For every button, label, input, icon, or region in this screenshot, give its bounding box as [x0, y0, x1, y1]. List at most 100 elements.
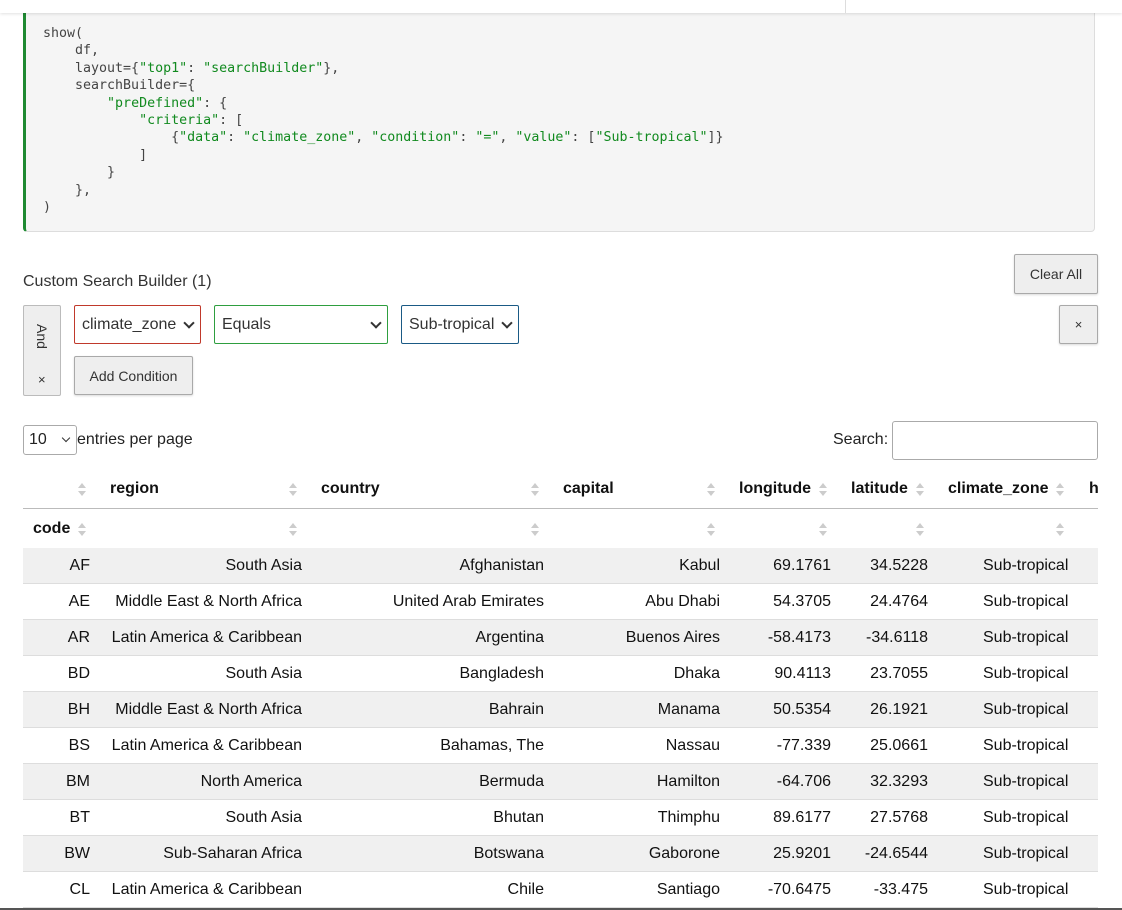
table-cell: BD	[67, 665, 90, 682]
sort-icon[interactable]	[707, 522, 715, 538]
column-select[interactable]: climate_zone	[74, 305, 201, 344]
column-header-h[interactable]: h	[1089, 480, 1098, 498]
code-string: "preDefined"	[107, 95, 204, 111]
code-text: df,	[43, 43, 100, 59]
table-cell: Gaborone	[648, 845, 720, 862]
value-select[interactable]: Sub-tropical	[401, 305, 519, 344]
logic-label[interactable]: And	[34, 324, 50, 349]
page-length-select[interactable]: 10	[23, 425, 77, 455]
table-cell: 24.4764	[870, 593, 928, 610]
chevron-down-icon	[183, 317, 195, 329]
table-cell: Botswana	[473, 845, 544, 862]
table-cell: Sub-tropical	[983, 665, 1069, 682]
logic-remove-icon[interactable]: ×	[38, 372, 46, 387]
table-row[interactable]: BS Latin America & Caribbean Bahamas, The N…	[23, 728, 1098, 764]
table-cell: North America	[200, 773, 302, 790]
table-cell: Bermuda	[479, 773, 544, 790]
table-row[interactable]: AR Latin America & Caribbean Argentina Buen…	[23, 620, 1098, 656]
table-cell: Afghanistan	[459, 557, 544, 574]
code-string: "="	[475, 130, 500, 146]
table-cell: 23.7055	[870, 665, 928, 682]
table-row[interactable]: BT South Asia Bhutan Thimphu 89.6177 27.5768 S…	[23, 800, 1098, 836]
sort-icon[interactable]	[707, 482, 715, 498]
condition-select[interactable]: Equals	[214, 305, 388, 344]
code-text: : [	[219, 113, 244, 129]
code-text: ]}	[707, 130, 724, 146]
table-row[interactable]: BH Middle East & North Africa Bahrain Manam…	[23, 692, 1098, 728]
table-row[interactable]: BM North America Bermuda Hamilton -64.706 32.…	[23, 764, 1098, 800]
table-cell: Sub-tropical	[983, 701, 1069, 718]
table-cell: Argentina	[475, 629, 545, 646]
sort-icon[interactable]	[289, 482, 297, 498]
table-row[interactable]: BW Sub-Saharan Africa Botswana Gaborone 25.9…	[23, 836, 1098, 872]
top-bar	[0, 0, 1122, 13]
table-cell: Buenos Aires	[625, 629, 720, 646]
sort-icon[interactable]	[1056, 522, 1064, 538]
table-cell: CL	[69, 881, 90, 898]
code-text: {	[43, 130, 180, 146]
table-cell: Bhutan	[493, 809, 544, 826]
table-cell: 90.4113	[774, 665, 831, 682]
column-header-country[interactable]: country	[321, 480, 380, 498]
table-cell: Abu Dhabi	[645, 593, 720, 610]
page-length-label: entries per page	[77, 431, 193, 448]
code-string: "top1"	[139, 60, 188, 76]
table-cell: 25.0661	[870, 737, 928, 754]
code-string: "climate_zone"	[243, 130, 356, 146]
sort-icon[interactable]	[78, 482, 86, 498]
value-select-value: Sub-tropical	[409, 315, 495, 333]
code-block: show( df, layout={"top1": "searchBuilder…	[23, 0, 1095, 232]
table-row[interactable]: BD South Asia Bangladesh Dhaka 90.4113 23.705…	[23, 656, 1098, 692]
sort-icon[interactable]	[531, 482, 539, 498]
table-cell: Bahamas, The	[440, 737, 544, 754]
table-cell: Sub-Saharan Africa	[163, 845, 302, 862]
table-cell: 89.6177	[773, 809, 831, 826]
table-cell: Middle East & North Africa	[115, 701, 302, 718]
logic-toggle[interactable]: And ×	[23, 305, 61, 396]
sort-icon[interactable]	[819, 522, 827, 538]
table-row[interactable]: AF South Asia Afghanistan Kabul 69.1761 34.52…	[23, 548, 1098, 584]
header-row-secondary: code	[23, 508, 1098, 548]
table-cell: -70.6475	[767, 881, 831, 898]
table-cell: 25.9201	[773, 845, 831, 862]
table-cell: Manama	[657, 701, 720, 718]
column-header-longitude[interactable]: longitude	[739, 480, 811, 498]
code-text: :	[227, 130, 244, 146]
search-builder-title: Custom Search Builder (1)	[23, 273, 212, 290]
chevron-down-icon	[370, 317, 382, 329]
column-header-climate-zone[interactable]: climate_zone	[948, 480, 1048, 498]
table-cell: Sub-tropical	[983, 773, 1069, 790]
table-cell: -34.6118	[866, 629, 928, 646]
add-condition-button[interactable]: Add Condition	[74, 356, 193, 395]
code-text: ,	[499, 130, 516, 146]
sort-icon[interactable]	[916, 482, 924, 498]
clear-all-button[interactable]: Clear All	[1014, 254, 1098, 294]
search-label: Search:	[833, 431, 889, 448]
sort-icon[interactable]	[78, 522, 86, 538]
sort-icon[interactable]	[531, 522, 539, 538]
table-cell: Nassau	[665, 737, 720, 754]
table-row[interactable]: AE Middle East & North Africa United Arab …	[23, 584, 1098, 620]
table-cell: Thimphu	[657, 809, 720, 826]
table-cell: Bahrain	[488, 701, 544, 718]
table-cell: Sub-tropical	[983, 737, 1069, 754]
sort-icon[interactable]	[1056, 482, 1064, 498]
code-text: :	[459, 130, 476, 146]
column-header-code[interactable]: code	[33, 520, 70, 538]
column-header-capital[interactable]: capital	[563, 480, 614, 498]
sort-icon[interactable]	[289, 522, 297, 538]
column-header-latitude[interactable]: latitude	[851, 480, 908, 498]
table-cell: -77.339	[776, 737, 831, 754]
delete-condition-button[interactable]: ×	[1059, 305, 1098, 344]
sort-icon[interactable]	[819, 482, 827, 498]
search-input[interactable]	[892, 421, 1098, 460]
column-header-region[interactable]: region	[110, 480, 159, 498]
table-cell: Chile	[507, 881, 544, 898]
table-cell: BT	[69, 809, 90, 826]
table-cell: Latin America & Caribbean	[111, 881, 302, 898]
table-row[interactable]: CL Latin America & Caribbean Chile Santiago…	[23, 872, 1098, 908]
sort-icon[interactable]	[916, 522, 924, 538]
header-row: region country capital longitude latitude cli…	[23, 468, 1098, 508]
table-cell: South Asia	[225, 557, 303, 574]
